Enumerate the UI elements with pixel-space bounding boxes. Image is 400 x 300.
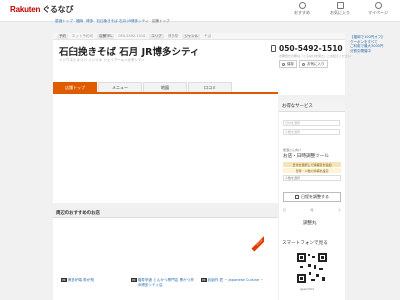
info-value: 050-5492-1510	[118, 34, 146, 38]
phone-note: お問合せの際は「ぐるなびを見た」とお伝えください	[279, 54, 351, 58]
star-icon	[336, 2, 344, 9]
candidate-date-bar[interactable]: 日付を選択して候補日を追加	[283, 162, 341, 167]
phone-icon	[271, 45, 276, 52]
info-value: そば	[204, 33, 212, 38]
people-select[interactable]: 人数を選択	[283, 129, 340, 135]
info-value: 博多駅	[167, 33, 179, 38]
info-label: ジャンル	[182, 33, 201, 39]
pr-badge: PR	[61, 278, 67, 282]
info-label: 予約	[57, 33, 68, 39]
breadcrumb-link[interactable]: 福岡	[76, 19, 83, 24]
pr-badge: PR	[201, 278, 207, 282]
shop-name-kana: イシウスビキソバ イシヅキ ジェイアールハカタシティ	[59, 58, 145, 62]
shop-info-bar: 予約 ネット予約可 店舗TEL 050-5492-1510 エリア 博多駅 ジャ…	[53, 33, 345, 40]
recommend-nav[interactable]: おすすめ	[290, 2, 314, 16]
info-label: 店舗TEL	[97, 33, 115, 39]
recommend-item[interactable]: PR 博多炉端 魚が飛	[61, 278, 125, 287]
sidebar-note: 居酒さん向け	[283, 148, 302, 152]
sidebar-header: お得なサービス	[279, 100, 345, 112]
schedule-button[interactable]: 日程を調整する	[283, 192, 341, 202]
breadcrumb-current: 店舗トップ	[151, 19, 170, 23]
recommend-title[interactable]: 博多炉端 魚が飛	[68, 278, 94, 283]
tab-map[interactable]: 地図	[143, 82, 187, 92]
qr-code-label: gsam004	[300, 287, 314, 291]
qr-code-icon	[296, 252, 328, 284]
calendar-icon	[295, 195, 299, 199]
shop-phone[interactable]: 050-5492-1510	[279, 44, 343, 53]
tab-menu[interactable]: メニュー	[98, 82, 142, 92]
save-icon	[282, 62, 285, 66]
recommend-item[interactable]: PR 福寿亭酒 とんかつ専門店 黒かつ亭 JR博多シティ店	[131, 278, 195, 287]
favorite-button[interactable]: お気に入り	[299, 60, 328, 68]
user-icon	[374, 2, 382, 9]
star-icon	[302, 62, 305, 66]
ad-link[interactable]: 分割引開催中	[350, 49, 400, 54]
tab-reviews[interactable]: 口コミ	[188, 82, 232, 92]
ad-links: 【福岡で100円オフ】 クーポンをすべて ご利用で最大3000円 分割引開催中	[350, 35, 400, 53]
recommend-title[interactable]: 凪創作 匠 ~ Japanese Cuisine ~	[208, 278, 264, 283]
recommend-item[interactable]: PR 凪創作 匠 ~ Japanese Cuisine ~	[201, 278, 265, 287]
recommend-title[interactable]: 福寿亭酒 とんかつ専門店 黒かつ亭 JR博多シティ店	[138, 278, 195, 287]
schedule-tool-name: 調整丸	[303, 221, 317, 226]
breadcrumb: 居酒トップ 福岡 博多 石臼挽きそば 石月 JR博多シティ 店舗トップ	[55, 19, 170, 24]
recommend-section: 周辺のおすすめのお店 おすすめ PR 博多炉端 魚が飛 PR 福寿亭酒 とんかつ…	[53, 208, 278, 300]
favorite-nav[interactable]: お気に入り	[328, 2, 352, 16]
schedule-columns: 日時人	[283, 208, 341, 212]
tab-shop-top[interactable]: 店舗トップ	[53, 82, 97, 92]
shop-header: 予約 ネット予約可 店舗TEL 050-5492-1510 エリア 博多駅 ジャ…	[53, 33, 351, 95]
date-select[interactable]: 日付を選択	[283, 120, 340, 126]
pr-badge: PR	[131, 278, 137, 282]
header-icons: おすすめ お気に入り マイページ	[290, 2, 390, 16]
recommend-ribbon: おすすめ	[248, 236, 264, 252]
smartphone-link[interactable]: スマートフォンで見る	[282, 240, 328, 246]
main-content	[53, 95, 278, 203]
info-value: ネット予約可	[72, 33, 93, 38]
schedule-tool-title: お店・日時調整ツール	[283, 154, 329, 159]
mypage-nav[interactable]: マイページ	[366, 2, 390, 16]
breadcrumb-link[interactable]: 博多	[86, 19, 93, 24]
recommend-header: 周辺のおすすめのお店	[53, 208, 278, 218]
breadcrumb-link[interactable]: 居酒トップ	[55, 19, 73, 24]
bell-icon	[298, 2, 306, 9]
candidate-setting-bar[interactable]: 日時・人数の候補を設定	[283, 168, 341, 173]
shop-tabs: 店舗トップ メニュー 地図 口コミ	[53, 82, 278, 94]
people-dropdown[interactable]: 人数を選択	[283, 175, 341, 181]
save-button[interactable]: 保存	[279, 60, 297, 68]
breadcrumb-link[interactable]: 石臼挽きそば 石月 JR博多シティ	[96, 19, 148, 24]
info-label: エリア	[149, 33, 164, 39]
shop-name: 石臼挽きそば 石月 JR博多シティ	[59, 47, 200, 58]
site-logo[interactable]: Rakuten ぐるなび	[10, 4, 73, 15]
